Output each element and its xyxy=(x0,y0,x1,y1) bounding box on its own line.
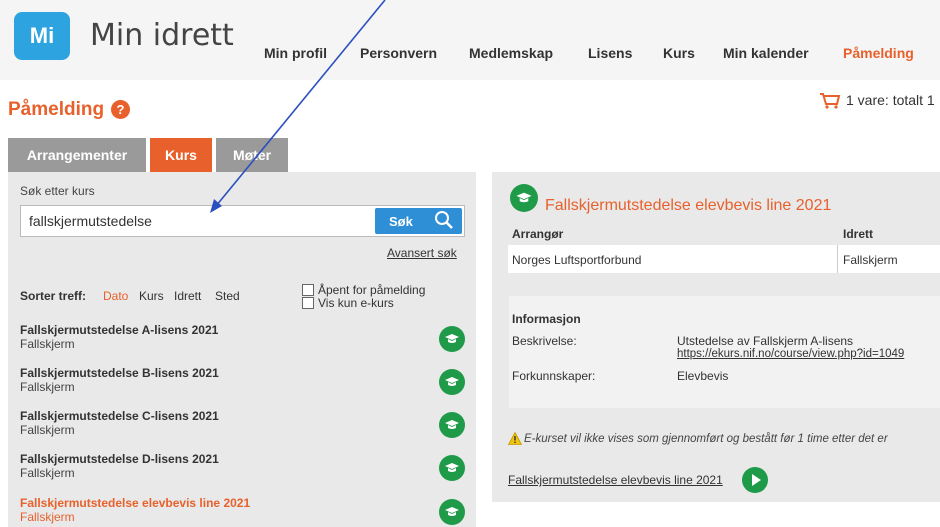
course-name: Fallskjermutstedelse D-lisens 2021 xyxy=(20,452,219,466)
course-name: Fallskjermutstedelse elevbevis line 2021 xyxy=(20,496,251,510)
ecourse-warning: E-kurset vil ikke vises som gjennomført … xyxy=(524,433,888,445)
help-icon[interactable]: ? xyxy=(111,100,130,119)
page-title: Påmelding xyxy=(8,99,105,120)
app-name: Min idrett xyxy=(90,18,234,53)
play-icon[interactable] xyxy=(742,467,768,493)
help-icon-glyph: ? xyxy=(116,102,125,117)
course-item[interactable]: Fallskjermutstedelse C-lisens 2021 Falls… xyxy=(20,409,219,437)
advanced-search-link[interactable]: Avansert søk xyxy=(387,246,457,260)
filter-open-registration-label: Åpent for påmelding xyxy=(318,283,426,297)
nav-pamelding[interactable]: Påmelding xyxy=(843,45,914,61)
checkbox-open-registration[interactable] xyxy=(302,284,314,296)
app-logo[interactable]: Mi xyxy=(14,12,70,60)
cart-icon[interactable] xyxy=(819,92,841,110)
graduation-cap-icon[interactable] xyxy=(439,326,465,352)
course-name: Fallskjermutstedelse B-lisens 2021 xyxy=(20,366,219,380)
filter-open-registration[interactable]: Åpent for påmelding xyxy=(302,283,425,297)
logo-mark: Mi xyxy=(29,23,55,48)
course-detail-title: Fallskjermutstedelse elevbevis line 2021 xyxy=(545,197,832,214)
course-sport: Fallskjerm xyxy=(20,466,75,480)
cart-summary[interactable]: 1 vare: totalt 1 xyxy=(846,92,935,108)
prerequisites-label: Forkunnskaper: xyxy=(512,369,596,383)
description-value: Utstedelse av Fallskjerm A-lisens xyxy=(677,334,854,348)
course-item[interactable]: Fallskjermutstedelse A-lisens 2021 Falls… xyxy=(20,323,218,351)
course-name: Fallskjermutstedelse C-lisens 2021 xyxy=(20,409,219,423)
warning-icon xyxy=(508,432,522,445)
information-title: Informasjon xyxy=(512,312,581,326)
column-header-sport: Idrett xyxy=(843,227,873,241)
description-label: Beskrivelse: xyxy=(512,334,577,348)
tab-arrangementer[interactable]: Arrangementer xyxy=(8,138,146,172)
course-sport: Fallskjerm xyxy=(20,380,75,394)
table-divider xyxy=(837,245,838,273)
organizer-value: Norges Luftsportforbund xyxy=(512,253,642,267)
course-item[interactable]: Fallskjermutstedelse D-lisens 2021 Falls… xyxy=(20,452,219,480)
search-button[interactable]: Søk xyxy=(375,208,462,234)
graduation-cap-icon[interactable] xyxy=(439,499,465,525)
graduation-cap-icon[interactable] xyxy=(439,455,465,481)
course-item[interactable]: Fallskjermutstedelse B-lisens 2021 Falls… xyxy=(20,366,219,394)
register-course-link[interactable]: Fallskjermutstedelse elevbevis line 2021 xyxy=(508,473,723,487)
search-label: Søk etter kurs xyxy=(20,184,95,198)
course-sport: Fallskjerm xyxy=(20,423,75,437)
filter-ecourse-only-label: Vis kun e-kurs xyxy=(318,296,394,310)
nav-kurs[interactable]: Kurs xyxy=(663,45,695,61)
sort-sted[interactable]: Sted xyxy=(215,289,240,303)
course-sport: Fallskjerm xyxy=(20,337,75,351)
prerequisites-value: Elevbevis xyxy=(677,369,729,383)
sort-dato[interactable]: Dato xyxy=(103,289,128,303)
column-header-organizer: Arrangør xyxy=(512,227,564,241)
course-sport: Fallskjerm xyxy=(20,510,75,524)
filter-ecourse-only[interactable]: Vis kun e-kurs xyxy=(302,296,394,310)
nav-min-profil[interactable]: Min profil xyxy=(264,45,327,61)
nav-personvern[interactable]: Personvern xyxy=(360,45,437,61)
sort-kurs[interactable]: Kurs xyxy=(139,289,164,303)
course-url-link[interactable]: https://ekurs.nif.no/course/view.php?id=… xyxy=(677,348,904,360)
checkbox-ecourse-only[interactable] xyxy=(302,297,314,309)
graduation-cap-icon[interactable] xyxy=(439,369,465,395)
sort-idrett[interactable]: Idrett xyxy=(174,289,201,303)
tab-moter[interactable]: Møter xyxy=(216,138,288,172)
nav-min-kalender[interactable]: Min kalender xyxy=(723,45,809,61)
graduation-cap-icon xyxy=(510,184,538,212)
nav-lisens[interactable]: Lisens xyxy=(588,45,632,61)
search-icon xyxy=(435,211,453,229)
sport-value: Fallskjerm xyxy=(843,253,898,267)
tab-kurs[interactable]: Kurs xyxy=(150,138,212,172)
graduation-cap-icon[interactable] xyxy=(439,412,465,438)
course-item-selected[interactable]: Fallskjermutstedelse elevbevis line 2021… xyxy=(20,496,250,524)
search-button-label: Søk xyxy=(389,213,413,229)
course-name: Fallskjermutstedelse A-lisens 2021 xyxy=(20,323,219,337)
nav-medlemskap[interactable]: Medlemskap xyxy=(469,45,553,61)
sort-label: Sorter treff: xyxy=(20,289,87,303)
